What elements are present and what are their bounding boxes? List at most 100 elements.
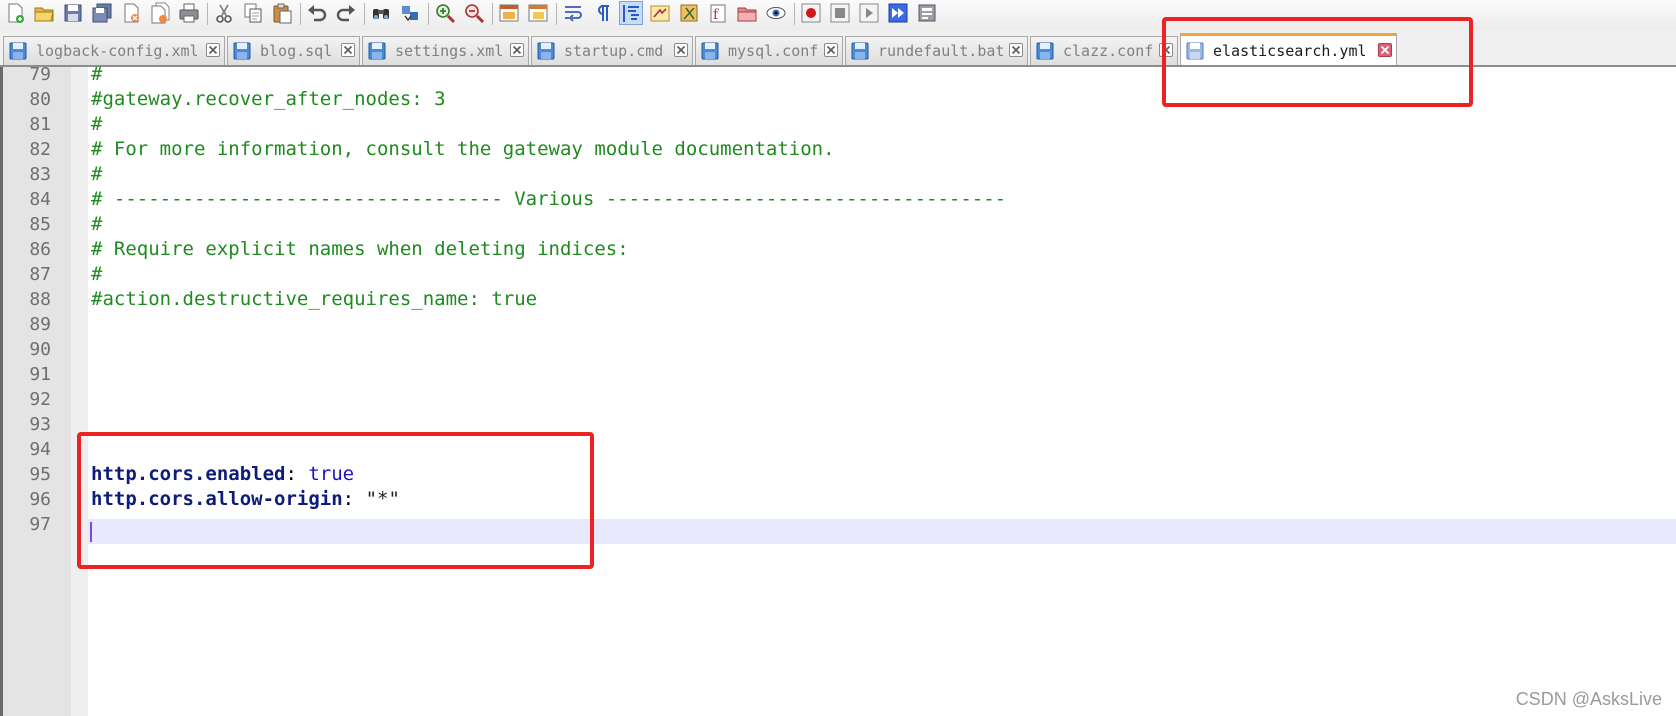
line-number: 88 — [29, 289, 51, 310]
comment-text: # For more information, consult the gate… — [91, 138, 835, 160]
tab-logback-config-xml[interactable]: logback-config.xml — [3, 36, 225, 65]
run-macro-multiple-icon[interactable] — [886, 1, 910, 25]
tab-label: settings.xml — [395, 42, 504, 60]
record-macro-icon[interactable] — [799, 1, 823, 25]
code-line[interactable]: # — [91, 112, 102, 137]
code-line[interactable]: #gateway.recover_after_nodes: 3 — [91, 87, 446, 112]
line-number: 85 — [29, 214, 51, 235]
saved-file-icon — [851, 42, 869, 60]
line-number: 81 — [29, 114, 51, 135]
word-wrap-icon[interactable] — [561, 1, 585, 25]
monitor-icon[interactable] — [764, 1, 788, 25]
comment-text: # — [91, 113, 103, 135]
saved-file-icon — [233, 42, 251, 60]
toolbar-separator — [300, 3, 301, 25]
code-line[interactable]: #action.destructive_requires_name: true — [91, 287, 537, 312]
line-number: 80 — [29, 89, 51, 110]
tab-label: logback-config.xml — [36, 42, 199, 60]
line-number: 94 — [29, 439, 51, 460]
indent-guide-icon[interactable] — [619, 1, 643, 25]
tab-label: clazz.conf — [1063, 42, 1154, 60]
code-line[interactable]: # ---------------------------------- Var… — [91, 187, 1006, 212]
toolbar-separator — [556, 3, 557, 25]
function-list-icon[interactable]: f — [706, 1, 730, 25]
toolbar-separator — [492, 3, 493, 25]
saved-file-icon — [1036, 42, 1054, 60]
find-icon[interactable] — [369, 1, 393, 25]
replace-icon[interactable] — [398, 1, 422, 25]
toolbar-separator — [207, 3, 208, 25]
tab-label: rundefault.bat — [878, 42, 1005, 60]
save-macro-icon[interactable] — [915, 1, 939, 25]
playback-macro-icon[interactable] — [857, 1, 881, 25]
close-all-icon[interactable] — [148, 1, 172, 25]
code-highlight-box — [77, 432, 594, 569]
line-number: 95 — [29, 464, 51, 485]
line-number: 87 — [29, 264, 51, 285]
print-icon[interactable] — [177, 1, 201, 25]
line-number: 83 — [29, 164, 51, 185]
toolbar-separator — [364, 3, 365, 25]
fold-margin[interactable] — [71, 67, 88, 716]
tab-label: mysql.conf — [728, 42, 819, 60]
tab-rundefault-bat[interactable]: rundefault.bat — [845, 36, 1028, 65]
saved-file-icon — [9, 42, 27, 60]
line-number: 93 — [29, 414, 51, 435]
redo-icon[interactable] — [334, 1, 358, 25]
tab-close-icon[interactable] — [674, 43, 688, 57]
tab-close-icon[interactable] — [510, 43, 524, 57]
tab-close-icon[interactable] — [1009, 43, 1023, 57]
line-number: 96 — [29, 489, 51, 510]
user-language-icon[interactable] — [648, 1, 672, 25]
code-line[interactable]: # — [91, 62, 102, 87]
zoom-out-icon[interactable] — [462, 1, 486, 25]
undo-icon[interactable] — [305, 1, 329, 25]
new-file-icon[interactable] — [3, 1, 27, 25]
code-line[interactable]: # Require explicit names when deleting i… — [91, 237, 629, 262]
code-line[interactable]: # For more information, consult the gate… — [91, 137, 835, 162]
editor[interactable]: 79 80 81 82 83 84 85 86 87 88 89 90 91 92 93 94 95 96 97 #… — [0, 63, 1676, 716]
paste-icon[interactable] — [270, 1, 294, 25]
save-all-icon[interactable] — [90, 1, 114, 25]
tab-highlight-box — [1162, 17, 1473, 107]
zoom-in-icon[interactable] — [433, 1, 457, 25]
comment-text: # — [91, 213, 103, 235]
comment-text: # Require explicit names when deleting i… — [91, 238, 629, 260]
line-number: 84 — [29, 189, 51, 210]
tab-blog-sql[interactable]: blog.sql — [227, 36, 360, 65]
copy-icon[interactable] — [241, 1, 265, 25]
tab-startup-cmd[interactable]: startup.cmd — [531, 36, 693, 65]
line-number: 91 — [29, 364, 51, 385]
stop-recording-icon[interactable] — [828, 1, 852, 25]
sync-horizontal-icon[interactable] — [526, 1, 550, 25]
tab-settings-xml[interactable]: settings.xml — [362, 36, 529, 65]
line-number: 89 — [29, 314, 51, 335]
line-number: 97 — [29, 514, 51, 535]
comment-text: #action.destructive_requires_name: true — [91, 288, 538, 310]
tab-label: blog.sql — [260, 42, 333, 60]
sync-vertical-icon[interactable] — [497, 1, 521, 25]
saved-file-icon — [701, 42, 719, 60]
line-number: 79 — [29, 64, 51, 85]
code-line[interactable]: # — [91, 162, 102, 187]
code-line[interactable]: # — [91, 212, 102, 237]
document-map-icon[interactable] — [677, 1, 701, 25]
toolbar-separator — [794, 3, 795, 25]
show-all-characters-icon[interactable] — [590, 1, 614, 25]
close-file-icon[interactable] — [119, 1, 143, 25]
line-number: 82 — [29, 139, 51, 160]
cut-icon[interactable] — [212, 1, 236, 25]
open-file-icon[interactable] — [32, 1, 56, 25]
tab-close-icon[interactable] — [341, 43, 355, 57]
tab-mysql-conf[interactable]: mysql.conf — [695, 36, 843, 65]
comment-text: # ---------------------------------- Var… — [91, 188, 1007, 210]
comment-text: # — [91, 263, 103, 285]
tab-close-icon[interactable] — [206, 43, 220, 57]
tab-clazz-conf[interactable]: clazz.conf — [1030, 36, 1178, 65]
tab-close-icon[interactable] — [824, 43, 838, 57]
tab-label: startup.cmd — [564, 42, 664, 60]
folder-workspace-icon[interactable] — [735, 1, 759, 25]
code-line[interactable]: # — [91, 262, 102, 287]
comment-text: # — [91, 163, 103, 185]
save-icon[interactable] — [61, 1, 85, 25]
